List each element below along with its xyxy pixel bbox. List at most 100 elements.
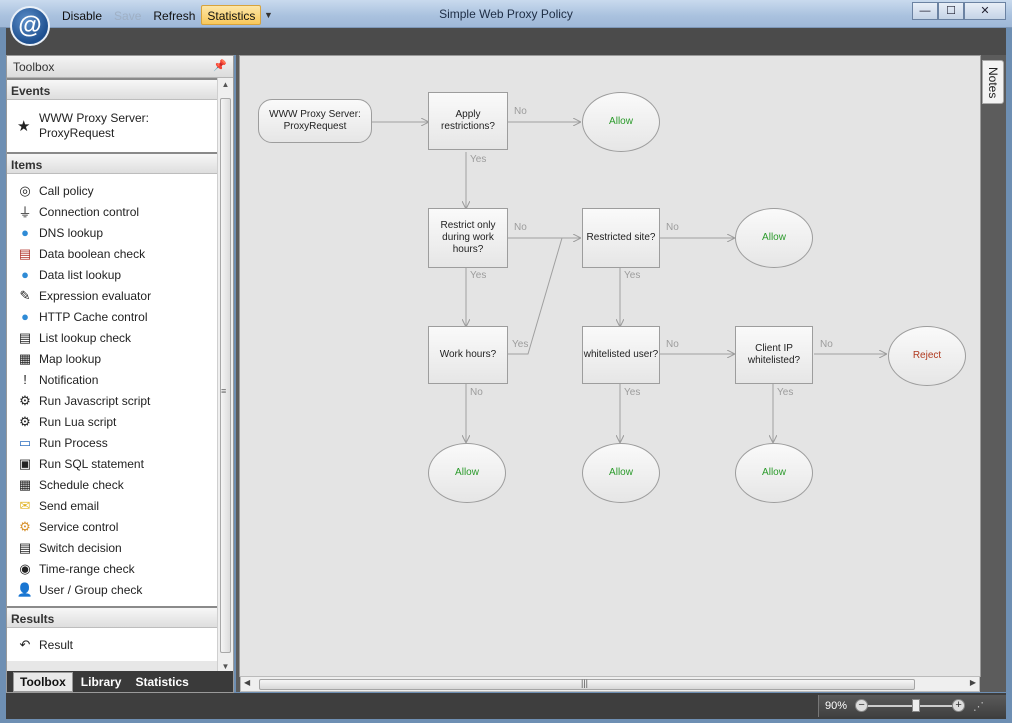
toolbox-item-label: DNS lookup xyxy=(39,225,104,240)
toolbox-item[interactable]: ▤ Data boolean check xyxy=(7,243,218,264)
toolbox-item[interactable]: ! Notification xyxy=(7,369,218,390)
items-list: ◎ Call policy ⏚ Connection control ● DNS look… xyxy=(7,174,218,606)
app-menu-orb-icon[interactable]: @ xyxy=(10,6,50,46)
gear-icon: ⚙ xyxy=(19,392,31,408)
toolbox-item-label: Data list lookup xyxy=(39,267,122,282)
scroll-down-icon[interactable]: ▼ xyxy=(218,662,233,671)
toolbox-item-result[interactable]: ↶ Result xyxy=(7,634,218,655)
yes-no-icon: ▤ xyxy=(18,245,32,261)
scroll-left-icon[interactable]: ◀ xyxy=(244,678,250,687)
section-items[interactable]: Items xyxy=(7,152,218,174)
node-restrict-work-hours[interactable]: Restrict only during work hours? xyxy=(428,208,508,268)
edge-label-yes: Yes xyxy=(624,270,641,281)
toolbox-item[interactable]: ● Data list lookup xyxy=(7,264,218,285)
refresh-button[interactable]: Refresh xyxy=(147,5,201,25)
toolbox-item[interactable]: ◉ Time-range check xyxy=(7,558,218,579)
window-title: Simple Web Proxy Policy xyxy=(439,7,573,21)
toolbox-list: Events ★ WWW Proxy Server: ProxyRequest … xyxy=(7,78,218,673)
close-icon[interactable]: ✕ xyxy=(964,2,1006,20)
status-bar: 90% − + ⋰ xyxy=(6,693,1006,719)
section-results[interactable]: Results xyxy=(7,606,218,628)
toolbox-item-label: Data boolean check xyxy=(39,246,146,261)
canvas-hscrollbar[interactable]: ◀ ||| ▶ xyxy=(240,676,980,692)
gears-icon: ⚙ xyxy=(19,518,31,534)
tab-library[interactable]: Library xyxy=(75,673,128,691)
toolbox-item[interactable]: ▤ List lookup check xyxy=(7,327,218,348)
maximize-icon[interactable]: ☐ xyxy=(938,2,964,20)
calendar-icon: ▦ xyxy=(18,476,32,492)
toolbox-item[interactable]: ◎ Call policy xyxy=(7,180,218,201)
toolbox-item[interactable]: ● HTTP Cache control xyxy=(7,306,218,327)
zoom-track xyxy=(867,705,954,707)
plug-icon: ⏚ xyxy=(18,205,32,220)
scroll-thumb[interactable] xyxy=(220,98,231,653)
zoom-knob[interactable] xyxy=(911,699,920,712)
tab-statistics[interactable]: Statistics xyxy=(129,673,194,691)
toolbox-item[interactable]: ● DNS lookup xyxy=(7,222,218,243)
minimize-icon[interactable]: — xyxy=(912,2,938,20)
quick-access-toolbar: Disable Save Refresh Statistics ▼ xyxy=(56,5,275,25)
node-client-ip[interactable]: Client IP whitelisted? xyxy=(735,326,813,384)
edge-label-no: No xyxy=(666,222,679,233)
tab-toolbox[interactable]: Toolbox xyxy=(13,671,73,692)
node-allow-2[interactable]: Allow xyxy=(735,208,813,268)
notes-label: Notes xyxy=(986,67,1000,99)
node-start-event[interactable]: WWW Proxy Server: ProxyRequest xyxy=(258,99,372,143)
node-allow-3[interactable]: Allow xyxy=(428,443,506,503)
toolbox-item[interactable]: ✉ Send email xyxy=(7,495,218,516)
map-icon: ▦ xyxy=(18,350,32,366)
side-strip xyxy=(981,55,1006,692)
toolbox-item[interactable]: ▦ Map lookup xyxy=(7,348,218,369)
toolbox-item-label: Time-range check xyxy=(39,561,135,576)
notes-tab[interactable]: Notes xyxy=(982,60,1004,104)
toolbox-item[interactable]: ▭ Run Process xyxy=(7,432,218,453)
edge-label-yes: Yes xyxy=(470,270,487,281)
chevron-down-icon[interactable]: ▼ xyxy=(261,5,275,25)
scroll-up-icon[interactable]: ▲ xyxy=(218,80,233,89)
node-allow-5[interactable]: Allow xyxy=(735,443,813,503)
disable-button[interactable]: Disable xyxy=(56,5,108,25)
zoom-slider[interactable]: − + xyxy=(855,699,966,713)
toolbox-item[interactable]: ▦ Schedule check xyxy=(7,474,218,495)
node-restricted-site[interactable]: Restricted site? xyxy=(582,208,660,268)
zoom-in-icon[interactable]: + xyxy=(952,699,966,712)
node-apply-restrictions[interactable]: Apply restrictions? xyxy=(428,92,508,150)
zoom-out-icon[interactable]: − xyxy=(855,699,869,712)
toolbox-item[interactable]: ⚙ Run Javascript script xyxy=(7,390,218,411)
edge-label-no: No xyxy=(666,339,679,350)
edge-label-no: No xyxy=(470,387,483,398)
toolbox-scrollbar[interactable]: ▲ ≡ ▼ xyxy=(217,78,233,673)
switch-icon: ▤ xyxy=(18,539,32,555)
toolbox-item[interactable]: ⚙ Service control xyxy=(7,516,218,537)
node-allow-4[interactable]: Allow xyxy=(582,443,660,503)
toolbox-item-label: Connection control xyxy=(39,204,140,219)
toolbox-item[interactable]: ▣ Run SQL statement xyxy=(7,453,218,474)
toolbox-item[interactable]: ⏚ Connection control xyxy=(7,201,218,222)
toolbox-item-label: Run Lua script xyxy=(39,414,117,429)
toolbox-item-label: HTTP Cache control xyxy=(39,309,148,324)
node-whitelisted-user[interactable]: whitelisted user? xyxy=(582,326,660,384)
globe-list-icon: ● xyxy=(21,267,29,282)
node-reject[interactable]: Reject xyxy=(888,326,966,386)
node-work-hours[interactable]: Work hours? xyxy=(428,326,508,384)
toolbox-item-label: Result xyxy=(39,637,74,652)
resize-grip-icon: ⋰ xyxy=(973,700,985,713)
process-icon: ▭ xyxy=(18,434,32,450)
statistics-button[interactable]: Statistics xyxy=(201,5,262,25)
toolbox-item-label: List lookup check xyxy=(39,330,132,345)
toolbox-item[interactable]: ✎ Expression evaluator xyxy=(7,285,218,306)
globe-cache-icon: ● xyxy=(21,309,29,324)
section-events[interactable]: Events xyxy=(7,78,218,100)
toolbox-item[interactable]: ▤ Switch decision xyxy=(7,537,218,558)
globe-icon: ● xyxy=(21,225,29,240)
toolbox-item-proxy-request[interactable]: ★ WWW Proxy Server: ProxyRequest xyxy=(7,100,218,152)
undo-arrow-icon: ↶ xyxy=(19,636,31,652)
pin-icon[interactable]: 📌 xyxy=(213,59,227,72)
toolbox-header: Toolbox 📌 xyxy=(7,56,233,78)
toolbox-item[interactable]: ⚙ Run Lua script xyxy=(7,411,218,432)
toolbox-item[interactable]: 👤 User / Group check xyxy=(7,579,218,600)
node-allow-1[interactable]: Allow xyxy=(582,92,660,152)
toolbox-title: Toolbox xyxy=(13,60,55,74)
scroll-right-icon[interactable]: ▶ xyxy=(970,678,976,687)
policy-canvas[interactable]: WWW Proxy Server: ProxyRequest Apply res… xyxy=(239,55,981,677)
